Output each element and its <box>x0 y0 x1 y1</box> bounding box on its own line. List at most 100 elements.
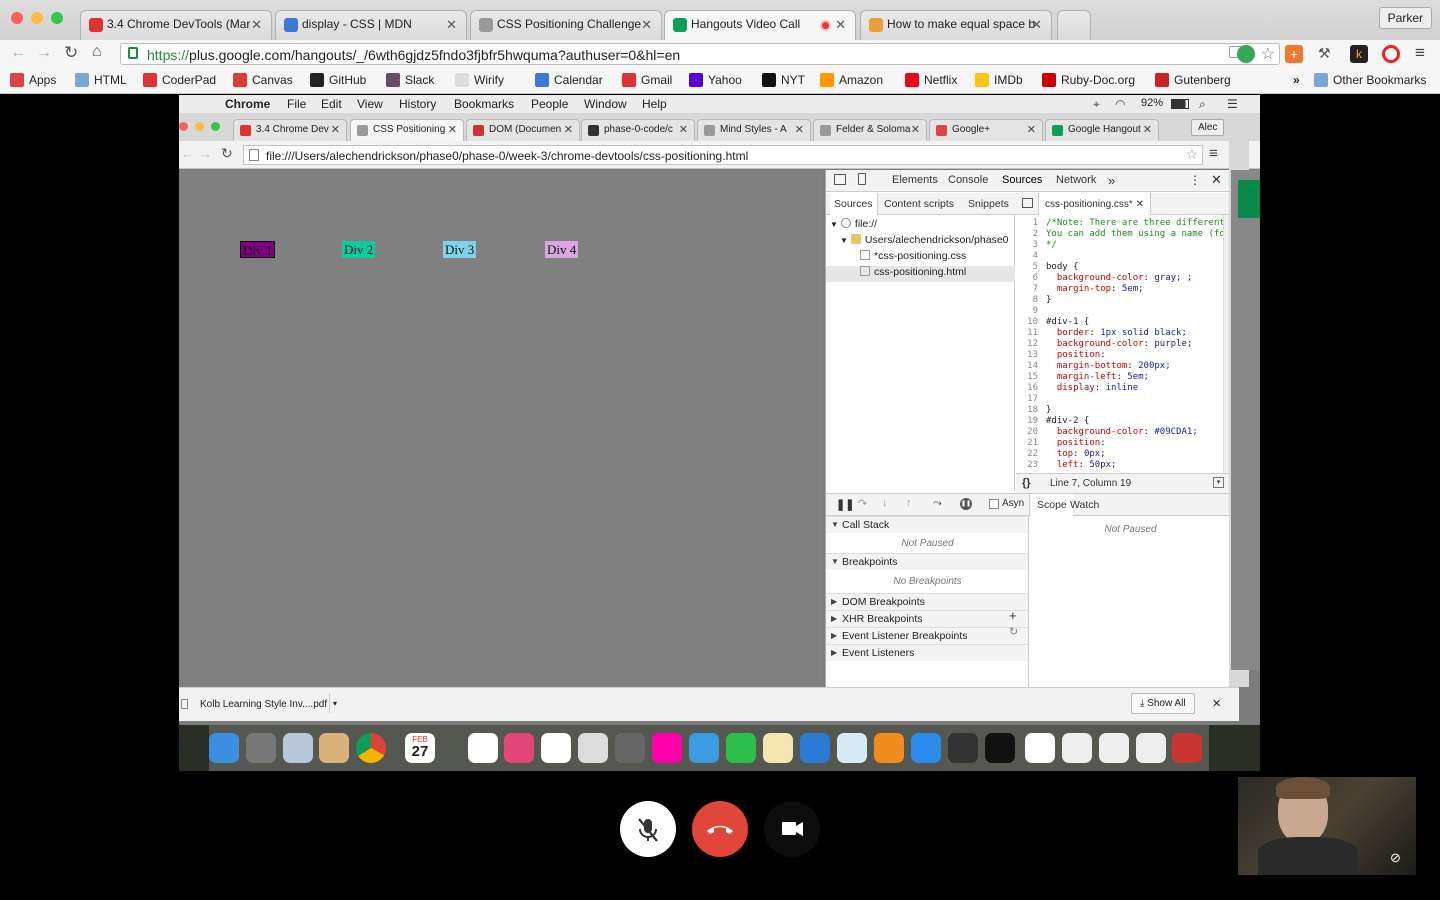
mac-menu-item[interactable]: Window <box>584 97 627 111</box>
refresh-listeners-icon[interactable]: ↻ <box>1009 625 1018 638</box>
camera-toggle-button[interactable] <box>764 801 820 857</box>
inner-chrome-menu-icon[interactable]: ≡ <box>1209 145 1218 162</box>
inner-zoom-window-button[interactable] <box>211 122 220 131</box>
reminders-dock-icon[interactable] <box>541 733 571 763</box>
inner-browser-tab[interactable]: 3.4 Chrome Dev ✕ <box>233 119 347 141</box>
bookmark-item[interactable]: Wirify <box>455 73 504 87</box>
async-checkbox[interactable] <box>989 499 999 509</box>
close-tab-icon[interactable]: ✕ <box>1031 17 1042 33</box>
bookmark-item[interactable]: Ruby-Doc.org <box>1042 73 1135 87</box>
document-dock-icon[interactable] <box>1062 733 1092 763</box>
itunes-dock-icon[interactable] <box>504 733 534 763</box>
new-tab-button[interactable] <box>1057 10 1091 40</box>
inner-back-arrow-icon[interactable]: ← <box>181 146 194 161</box>
plus-extension-icon[interactable]: + <box>1285 45 1303 63</box>
close-window-button[interactable] <box>11 12 23 24</box>
app-store-dock-icon[interactable] <box>911 733 941 763</box>
inner-browser-tab[interactable]: phase-0-code/c ✕ <box>581 119 695 141</box>
calendar-dock-icon[interactable]: FEB 27 <box>405 733 435 763</box>
inner-close-tab-icon[interactable]: ✕ <box>331 123 340 136</box>
mac-menu-item[interactable]: Edit <box>321 97 342 111</box>
mac-menu-item[interactable]: History <box>399 97 436 111</box>
page-div-4[interactable]: Div 4 <box>545 241 579 258</box>
inner-browser-tab[interactable]: Mind Styles - A ✕ <box>697 119 811 141</box>
bookmark-item[interactable]: Gutenberg <box>1155 73 1231 87</box>
navigator-tab[interactable]: Content scripts <box>880 193 958 215</box>
bookmark-item[interactable]: Gmail <box>622 73 672 87</box>
browser-tab[interactable]: Hangouts Video Call ✕ <box>664 10 856 40</box>
step-into-icon[interactable]: ↓ <box>882 497 888 509</box>
bookmark-item[interactable]: Slack <box>386 73 434 87</box>
download-menu-chevron-icon[interactable]: ▾ <box>329 693 341 713</box>
breakpoints-section[interactable]: ▼ Breakpoints <box>826 553 1029 570</box>
document-dock-icon[interactable] <box>1099 733 1129 763</box>
back-arrow-icon[interactable]: ← <box>10 44 26 62</box>
preview-dock-icon[interactable] <box>578 733 608 763</box>
star-icon[interactable]: ☆ <box>1261 44 1275 64</box>
inner-close-tab-icon[interactable]: ✕ <box>1027 123 1036 136</box>
browser-tab[interactable]: display - CSS | MDN ✕ <box>275 10 467 40</box>
debugger-section[interactable]: ▶ Event Listener Breakpoints <box>826 627 1029 644</box>
devtools-tab-sources[interactable]: Sources <box>1002 174 1042 186</box>
tree-item[interactable]: css-positioning.html <box>826 266 1015 282</box>
vpn-icon[interactable]: ⌖ <box>1093 97 1100 112</box>
close-tab-icon[interactable]: ✕ <box>446 17 457 33</box>
photos-dock-icon[interactable] <box>652 733 682 763</box>
step-over-icon[interactable]: ↷ <box>858 497 867 510</box>
spotlight-icon[interactable]: ⌕ <box>1199 97 1206 112</box>
tab-watch[interactable]: Watch <box>1070 499 1099 511</box>
bookmark-item[interactable]: Yahoo <box>689 73 742 87</box>
address-bar[interactable]: https://plus.google.com/hangouts/_/6wth6… <box>120 43 1280 65</box>
pretty-print-icon[interactable]: {} <box>1022 477 1031 489</box>
mute-microphone-button[interactable] <box>620 801 676 857</box>
close-devtools-icon[interactable]: ✕ <box>1211 172 1222 188</box>
inner-close-tab-icon[interactable]: ✕ <box>564 123 573 136</box>
browser-tab[interactable]: How to make equal space b ✕ <box>860 10 1052 40</box>
profile-button[interactable]: Parker <box>1378 7 1432 29</box>
deactivate-breakpoints-icon[interactable]: ⤳ <box>933 497 942 510</box>
inner-close-tab-icon[interactable]: ✕ <box>448 123 457 136</box>
launchpad-dock-icon[interactable] <box>246 733 276 763</box>
bookmark-item[interactable]: Apps <box>10 73 56 87</box>
forward-arrow-icon[interactable]: → <box>36 44 52 62</box>
bookmark-item[interactable]: Calendar <box>535 73 603 87</box>
facetime-dock-icon[interactable] <box>726 733 756 763</box>
bookmark-item[interactable]: IMDb <box>975 73 1023 87</box>
chrome-menu-icon[interactable]: ≡ <box>1415 43 1425 63</box>
wifi-icon[interactable]: ◠ <box>1115 97 1125 111</box>
finder-dock-icon[interactable] <box>209 733 239 763</box>
page-div-3[interactable]: Div 3 <box>443 241 477 258</box>
bookmark-item[interactable]: Amazon <box>820 73 883 87</box>
mac-menu-item[interactable]: File <box>287 97 306 111</box>
inner-reload-icon[interactable]: ↻ <box>221 145 233 162</box>
navigator-tab[interactable]: Sources <box>830 193 878 215</box>
page-div-2[interactable]: Div 2 <box>342 241 376 258</box>
inner-close-tab-icon[interactable]: ✕ <box>795 123 804 136</box>
bookmark-item[interactable]: Netflix <box>905 73 957 87</box>
mac-menu-item[interactable]: People <box>531 97 568 111</box>
navigator-tab[interactable]: Snippets <box>964 193 1013 215</box>
system-preferences-dock-icon[interactable] <box>615 733 645 763</box>
pages-dock-icon[interactable] <box>763 733 793 763</box>
pause-on-exceptions-icon[interactable]: ❚❚ <box>960 498 972 510</box>
mac-menu-item[interactable]: View <box>357 97 383 111</box>
inner-browser-tab[interactable]: CSS Positioning ✕ <box>350 119 464 141</box>
devtools-tab-network[interactable]: Network <box>1056 174 1096 186</box>
debugger-section[interactable]: ▶ Event Listeners <box>826 644 1029 661</box>
inner-forward-arrow-icon[interactable]: → <box>199 146 212 161</box>
tab-scope[interactable]: Scope <box>1031 494 1073 516</box>
tree-item[interactable]: ▼ file:// <box>826 218 1015 234</box>
contacts-dock-icon[interactable] <box>319 733 349 763</box>
document-dock-icon[interactable] <box>1136 733 1166 763</box>
minimize-window-button[interactable] <box>31 12 43 24</box>
image-dock-icon[interactable] <box>1172 733 1202 763</box>
end-call-button[interactable] <box>692 801 748 857</box>
terminal-dock-icon[interactable] <box>985 733 1015 763</box>
close-download-shelf-icon[interactable]: ✕ <box>1212 697 1221 710</box>
inner-minimize-window-button[interactable] <box>195 122 204 131</box>
inner-close-tab-icon[interactable]: ✕ <box>1143 123 1152 136</box>
sublime-text-dock-icon[interactable] <box>948 733 978 763</box>
close-tab-icon[interactable]: ✕ <box>251 17 262 33</box>
mail-stamp-dock-icon[interactable] <box>283 733 313 763</box>
messages-dock-icon[interactable] <box>689 733 719 763</box>
